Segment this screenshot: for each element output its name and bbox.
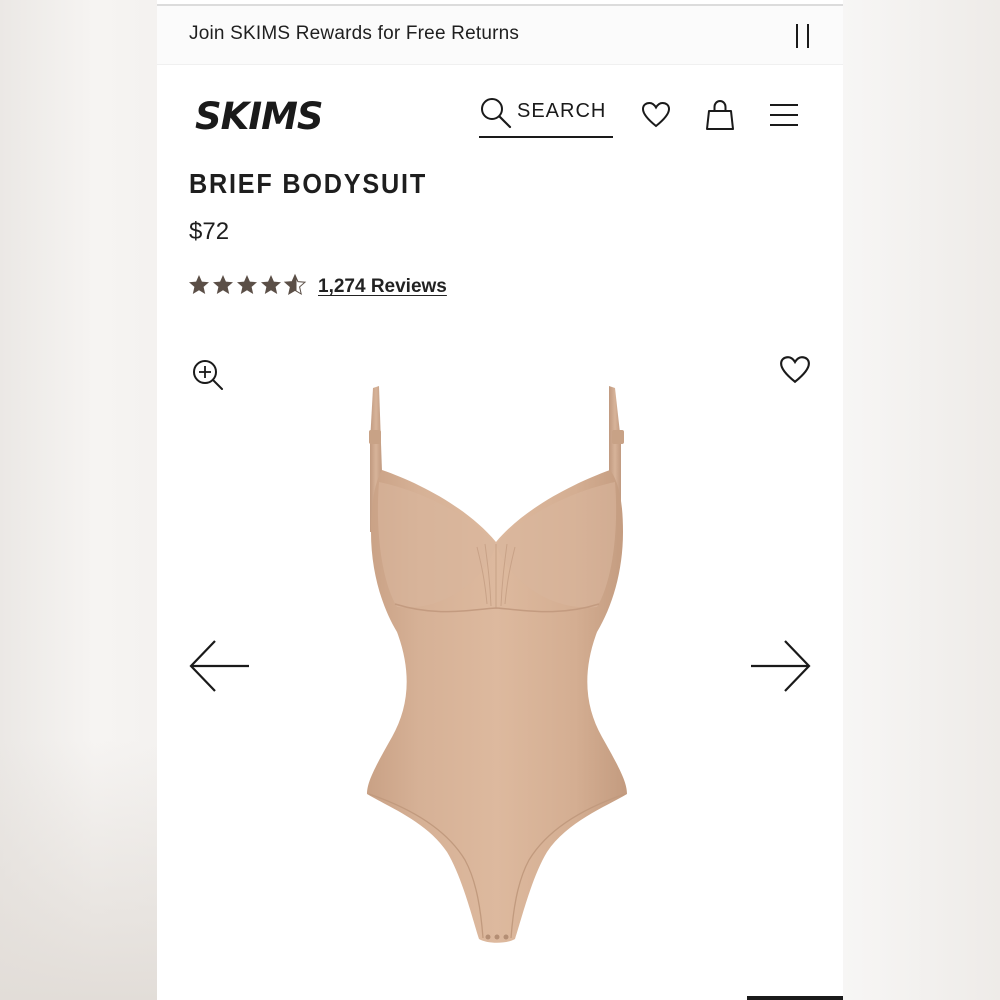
zoom-in-icon[interactable] — [191, 358, 225, 392]
hamburger-menu-icon[interactable] — [769, 102, 799, 128]
search-label: SEARCH — [517, 100, 607, 122]
scroll-indicator — [747, 996, 843, 1000]
skims-logo[interactable]: SKIMS — [193, 88, 353, 140]
search-icon — [481, 98, 512, 129]
half-star-icon — [284, 274, 306, 295]
star-icon — [189, 275, 209, 294]
promo-banner[interactable]: Join SKIMS Rewards for Free Returns — [157, 6, 843, 65]
star-icon — [213, 275, 233, 294]
star-icon — [237, 275, 257, 294]
phone-screen: Join SKIMS Rewards for Free Returns SKIM… — [157, 0, 843, 1000]
product-image[interactable] — [357, 382, 637, 952]
pause-icon[interactable] — [791, 24, 815, 50]
arrow-right-icon[interactable] — [749, 638, 811, 694]
reviews-link[interactable]: 1,274 Reviews — [318, 276, 447, 298]
star-icon — [261, 275, 281, 294]
background-shadow — [0, 740, 157, 1000]
rating-stars — [189, 274, 306, 295]
banner-text: Join SKIMS Rewards for Free Returns — [189, 23, 520, 44]
product-title: BRIEF BODYSUIT — [189, 168, 428, 199]
background-right — [843, 0, 1000, 1000]
logo-text: SKIMS — [195, 95, 323, 138]
product-price: $72 — [189, 218, 230, 245]
search-button[interactable]: SEARCH — [479, 94, 613, 138]
shopping-bag-icon[interactable] — [705, 98, 735, 132]
arrow-left-icon[interactable] — [189, 638, 251, 694]
heart-icon[interactable] — [779, 354, 811, 386]
heart-icon[interactable] — [641, 100, 671, 130]
